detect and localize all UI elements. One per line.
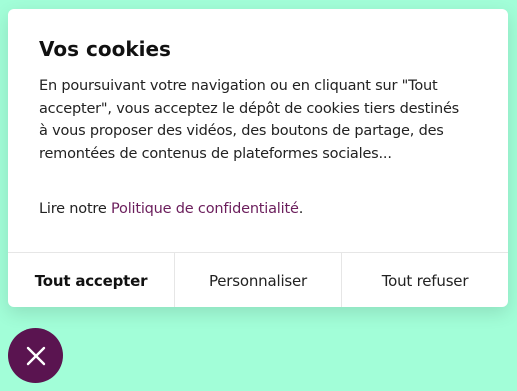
dialog-description: En poursuivant votre navigation ou en cl… <box>39 78 460 162</box>
privacy-prefix: Lire notre <box>39 201 111 217</box>
accept-all-button[interactable]: Tout accepter <box>8 253 174 307</box>
customize-button[interactable]: Personnaliser <box>174 253 341 307</box>
privacy-policy-link[interactable]: Politique de confidentialité <box>111 201 299 217</box>
privacy-notice: Lire notre Politique de confidentialité. <box>39 198 303 220</box>
close-icon <box>26 346 45 365</box>
privacy-suffix: . <box>298 201 304 217</box>
close-button[interactable] <box>8 328 63 383</box>
refuse-all-button[interactable]: Tout refuser <box>341 253 508 307</box>
dialog-title: Vos cookies <box>39 37 171 61</box>
cookie-consent-dialog: Vos cookies En poursuivant votre navigat… <box>8 9 508 307</box>
dialog-actions: Tout accepter Personnaliser Tout refuser <box>8 252 508 307</box>
